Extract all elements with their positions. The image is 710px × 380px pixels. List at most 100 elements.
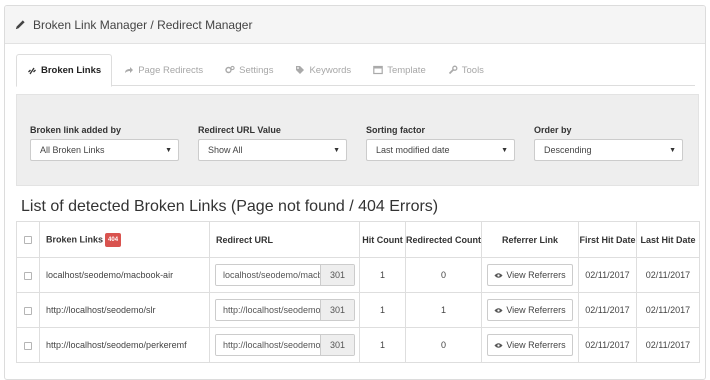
col-broken-links[interactable]: Broken Links 404 — [39, 221, 210, 258]
referrer-cell: View Referrers — [481, 257, 579, 293]
tab-label: Settings — [239, 64, 274, 76]
button-label: View Referrers — [506, 340, 566, 350]
redirected-count-cell: 0 — [405, 257, 482, 293]
tab-page-redirects[interactable]: Page Redirects — [114, 54, 213, 86]
tab-label: Tools — [461, 64, 484, 76]
sorting-factor-select[interactable]: Last modified date ▼ — [366, 139, 515, 161]
tag-icon — [295, 65, 305, 75]
select-value: Last modified date — [376, 145, 450, 155]
filter-redirect-url-value: Redirect URL Value Show All ▼ — [198, 125, 347, 161]
row-select-cell — [16, 292, 40, 328]
filter-broken-link-added-by: Broken link added by All Broken Links ▼ — [30, 125, 179, 161]
redirected-count-cell: 0 — [405, 327, 482, 363]
eye-icon — [494, 272, 503, 279]
first-hit-date-cell: 02/11/2017 — [578, 292, 637, 328]
redirect-url-input-group: http://localhost/seodemo/slr 301 — [215, 299, 355, 321]
eye-icon — [494, 342, 503, 349]
row-checkbox[interactable] — [24, 306, 32, 315]
select-all-cell — [16, 221, 40, 258]
tab-label: Template — [387, 64, 426, 76]
redirect-url-input[interactable]: http://localhost/seodemo/perkeremf — [216, 335, 320, 355]
hit-count-cell: 1 — [359, 257, 406, 293]
select-value: All Broken Links — [40, 145, 105, 155]
col-last-hit-date[interactable]: Last Hit Date — [636, 221, 700, 258]
button-label: View Referrers — [506, 305, 566, 315]
tab-label: Broken Links — [41, 65, 102, 76]
row-select-cell — [16, 257, 40, 293]
eye-icon — [494, 307, 503, 314]
filter-label: Order by — [534, 125, 572, 135]
view-referrers-button[interactable]: View Referrers — [487, 264, 573, 286]
broken-link-cell: http://localhost/seodemo/slr — [39, 292, 210, 328]
view-referrers-button[interactable]: View Referrers — [487, 334, 573, 356]
wrench-icon — [448, 65, 458, 75]
order-by-select[interactable]: Descending ▼ — [534, 139, 683, 161]
redirect-url-cell: localhost/seodemo/macbook-air 301 — [209, 257, 360, 293]
last-hit-date-cell: 02/11/2017 — [636, 327, 700, 363]
broken-link-cell: http://localhost/seodemo/perkeremf — [39, 327, 210, 363]
redirect-url-input-group: http://localhost/seodemo/perkeremf 301 — [215, 334, 355, 356]
first-hit-date-cell: 02/11/2017 — [578, 327, 637, 363]
caret-down-icon: ▼ — [669, 146, 676, 154]
chain-broken-icon — [27, 66, 37, 76]
row-checkbox[interactable] — [24, 271, 32, 280]
table-row: localhost/seodemo/macbook-air localhost/… — [16, 257, 700, 293]
caret-down-icon: ▼ — [501, 146, 508, 154]
panel-title: Broken Link Manager / Redirect Manager — [33, 17, 253, 32]
table-row: http://localhost/seodemo/slr http://loca… — [16, 292, 700, 328]
table-row: http://localhost/seodemo/perkeremf http:… — [16, 327, 700, 363]
button-label: View Referrers — [506, 270, 566, 280]
redirect-code: 301 — [320, 265, 354, 285]
select-value: Show All — [208, 145, 243, 155]
col-hit-count[interactable]: Hit Count — [359, 221, 406, 258]
filter-sorting-factor: Sorting factor Last modified date ▼ — [366, 125, 515, 161]
caret-down-icon: ▼ — [165, 146, 172, 154]
share-icon — [124, 65, 134, 75]
referrer-cell: View Referrers — [481, 327, 579, 363]
redirect-url-input[interactable]: localhost/seodemo/macbook-air — [216, 265, 320, 285]
select-value: Descending — [544, 145, 592, 155]
filter-label: Sorting factor — [366, 125, 426, 135]
tab-template[interactable]: Template — [363, 54, 436, 86]
referrer-cell: View Referrers — [481, 292, 579, 328]
redirect-code: 301 — [320, 300, 354, 320]
broken-link-manager-panel: Broken Link Manager / Redirect Manager B… — [4, 5, 706, 380]
tab-label: Page Redirects — [138, 64, 204, 76]
col-first-hit-date[interactable]: First Hit Date — [578, 221, 637, 258]
tab-tools[interactable]: Tools — [438, 54, 494, 86]
redirect-url-input[interactable]: http://localhost/seodemo/slr — [216, 300, 320, 320]
redirect-url-value-select[interactable]: Show All ▼ — [198, 139, 347, 161]
broken-links-table: Broken Links 404 Redirect URL Hit Count R… — [16, 221, 700, 363]
view-referrers-button[interactable]: View Referrers — [487, 299, 573, 321]
filter-order-by: Order by Descending ▼ — [534, 125, 683, 161]
last-hit-date-cell: 02/11/2017 — [636, 257, 700, 293]
panel-header: Broken Link Manager / Redirect Manager — [5, 6, 705, 44]
redirect-url-cell: http://localhost/seodemo/perkeremf 301 — [209, 327, 360, 363]
col-redirected-count[interactable]: Redirected Count — [405, 221, 482, 258]
table-header-row: Broken Links 404 Redirect URL Hit Count R… — [16, 221, 700, 258]
window-icon — [373, 65, 383, 75]
first-hit-date-cell: 02/11/2017 — [578, 257, 637, 293]
hit-count-cell: 1 — [359, 327, 406, 363]
error-404-badge: 404 — [105, 232, 122, 247]
row-select-cell — [16, 327, 40, 363]
broken-link-added-by-select[interactable]: All Broken Links ▼ — [30, 139, 179, 161]
broken-link-cell: localhost/seodemo/macbook-air — [39, 257, 210, 293]
tab-bar: Broken Links Page Redirects Settings Key… — [16, 54, 695, 87]
redirect-url-input-group: localhost/seodemo/macbook-air 301 — [215, 264, 355, 286]
filter-label: Redirect URL Value — [198, 125, 281, 135]
caret-down-icon: ▼ — [333, 146, 340, 154]
col-redirect-url[interactable]: Redirect URL — [209, 221, 360, 258]
tab-label: Keywords — [309, 64, 352, 76]
tab-broken-links[interactable]: Broken Links — [16, 54, 113, 87]
last-hit-date-cell: 02/11/2017 — [636, 292, 700, 328]
select-all-checkbox[interactable] — [24, 236, 32, 245]
redirected-count-cell: 1 — [405, 292, 482, 328]
tab-settings[interactable]: Settings — [215, 54, 283, 86]
filter-bar: Broken link added by All Broken Links ▼ … — [16, 94, 699, 186]
list-title: List of detected Broken Links (Page not … — [21, 198, 439, 215]
row-checkbox[interactable] — [24, 341, 32, 350]
filter-label: Broken link added by — [30, 125, 122, 135]
tab-keywords[interactable]: Keywords — [285, 54, 361, 86]
col-referrer-link: Referrer Link — [481, 221, 579, 258]
